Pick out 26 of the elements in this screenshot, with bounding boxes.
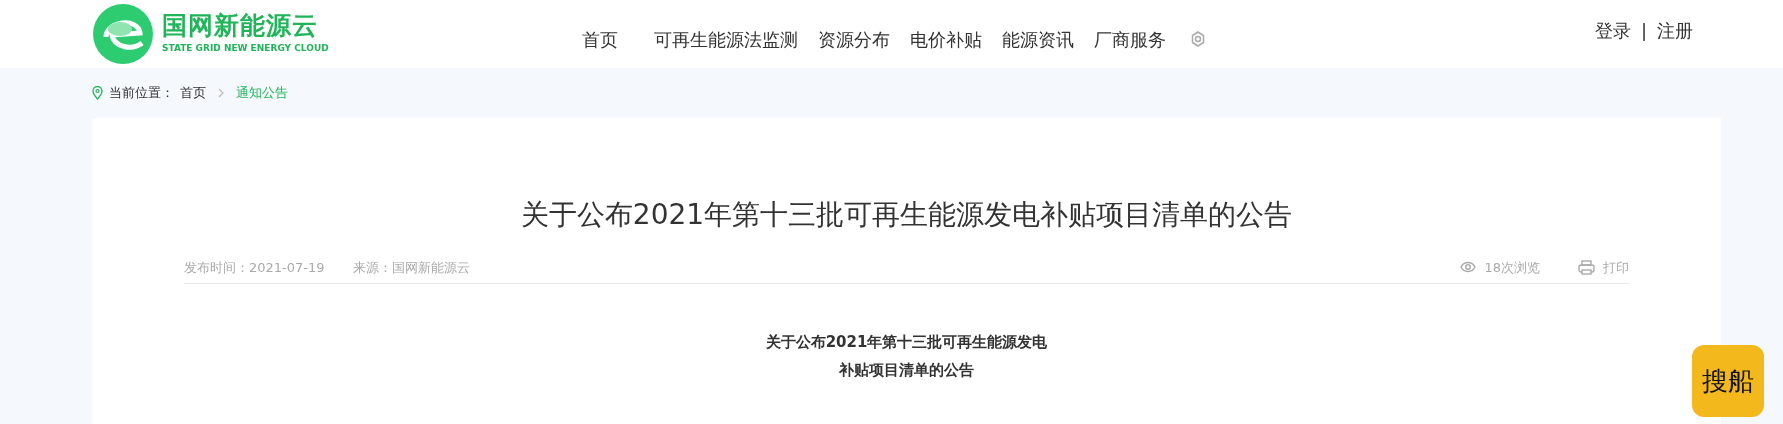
eye-icon xyxy=(1460,261,1477,274)
nav-link[interactable]: 电价补贴 xyxy=(900,25,992,53)
chevron-icon xyxy=(218,88,224,98)
print-icon[interactable] xyxy=(1578,259,1595,275)
breadcrumb-link[interactable]: 首页 xyxy=(180,83,206,103)
floating-search-button[interactable]: 搜船 xyxy=(1692,345,1764,417)
article-title: 关于公布2021年第十三批可再生能源发电补贴项目清单的公告 xyxy=(519,197,1294,232)
settings-icon[interactable] xyxy=(1190,31,1206,47)
nav-link[interactable]: 可再生能源法监测 xyxy=(644,25,808,53)
logo-icon xyxy=(92,3,154,65)
body-heading: 补贴项目清单的公告 xyxy=(838,360,975,382)
nav-link[interactable]: 能源资讯 xyxy=(992,25,1084,53)
login-link[interactable]: 登录 xyxy=(1594,16,1631,44)
register-link[interactable]: 注册 xyxy=(1657,16,1693,44)
source: 来源：国网新能源云 xyxy=(352,258,470,277)
body-heading: 关于公布2021年第十三批可再生能源发电 xyxy=(764,332,1049,354)
logo-subtitle: STATE GRID NEW ENERGY CLOUD xyxy=(162,41,329,55)
logo-text: 国网新能源云 xyxy=(162,12,319,38)
nav-link[interactable]: 资源分布 xyxy=(808,25,900,53)
nav-link[interactable]: 厂商服务 xyxy=(1084,25,1176,53)
location-pin-icon xyxy=(92,86,103,100)
separator: | xyxy=(1640,18,1647,43)
breadcrumb-label: 当前位置： xyxy=(109,84,174,103)
publish-time: 发布时间：2021-07-19 xyxy=(184,258,325,277)
nav-link[interactable]: 首页 xyxy=(572,25,628,53)
view-count: 18次浏览 xyxy=(1484,258,1540,277)
